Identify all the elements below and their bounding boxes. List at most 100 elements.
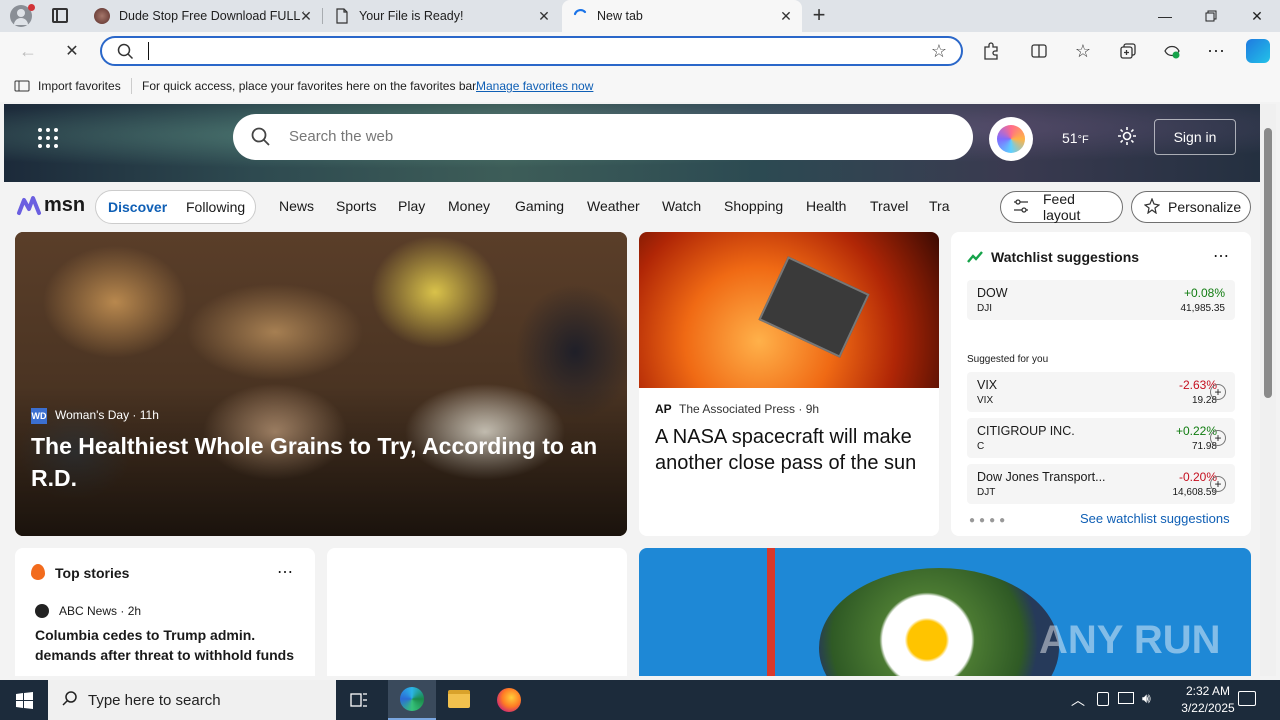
see-watchlist-link[interactable]: See watchlist suggestions bbox=[1080, 511, 1230, 526]
tab-discover[interactable]: Discover bbox=[108, 199, 167, 215]
add-stock-icon[interactable]: + bbox=[1210, 476, 1226, 492]
nav-health[interactable]: Health bbox=[806, 198, 846, 214]
nasa-story-card[interactable]: AP The Associated Press · 9h A NASA spac… bbox=[639, 232, 939, 536]
tab-dude-stop[interactable]: Dude Stop Free Download FULL V ✕ bbox=[84, 0, 322, 32]
stock-symbol: DJT bbox=[977, 487, 996, 498]
watchlist-row-vix[interactable]: VIX VIX -2.63% 19.28 bbox=[967, 372, 1235, 412]
apps-grid-icon[interactable] bbox=[38, 128, 58, 148]
ap-logo-icon: AP bbox=[655, 402, 672, 416]
top-stories-card: Top stories ⋯ ABC News · 2h Columbia ced… bbox=[15, 548, 315, 676]
firefox-icon[interactable] bbox=[497, 688, 521, 712]
watchlist-row-dow[interactable]: DOW DJI +0.08% 41,985.35 bbox=[967, 280, 1235, 320]
hero-headline[interactable]: The Healthiest Whole Grains to Try, Acco… bbox=[31, 430, 611, 494]
page-scrollbar[interactable] bbox=[1260, 104, 1276, 676]
msn-nav-row: msn Discover Following News Sports Play … bbox=[4, 182, 1260, 232]
hero-story-card[interactable]: WD Woman's Day · 11h The Healthiest Whol… bbox=[15, 232, 627, 536]
feed-layout-button[interactable]: Feed layout bbox=[1000, 191, 1123, 223]
stock-trend-icon bbox=[967, 250, 983, 268]
new-tab-button[interactable]: + bbox=[808, 4, 830, 26]
watchlist-row-djt[interactable]: Dow Jones Transport... DJT -0.20% 14,608… bbox=[967, 464, 1235, 504]
close-window-button[interactable]: ✕ bbox=[1234, 0, 1280, 32]
tab-new-tab[interactable]: New tab ✕ bbox=[562, 0, 802, 32]
nav-shopping[interactable]: Shopping bbox=[724, 198, 783, 214]
tab-following[interactable]: Following bbox=[186, 199, 245, 215]
tray-device-icon[interactable] bbox=[1097, 692, 1109, 706]
stock-name: Dow Jones Transport... bbox=[977, 470, 1106, 484]
nav-money[interactable]: Money bbox=[448, 198, 490, 214]
watchlist-more-icon[interactable]: ⋯ bbox=[1213, 246, 1229, 266]
task-view-icon[interactable] bbox=[350, 691, 368, 714]
address-input[interactable] bbox=[148, 42, 548, 60]
settings-gear-icon[interactable] bbox=[1116, 125, 1138, 152]
sign-in-button[interactable]: Sign in bbox=[1154, 119, 1236, 155]
import-favorites-button[interactable]: Import favorites bbox=[38, 79, 121, 93]
weather-temp[interactable]: 51°F bbox=[1062, 130, 1089, 146]
tab-actions-icon[interactable] bbox=[52, 8, 68, 23]
copilot-avatar-icon[interactable] bbox=[989, 117, 1033, 161]
stock-price: 41,985.35 bbox=[1180, 303, 1226, 314]
nav-travel[interactable]: Travel bbox=[870, 198, 908, 214]
anyrun-watermark: ANY RUN bbox=[1039, 618, 1221, 662]
stop-loading-icon[interactable]: ✕ bbox=[62, 41, 82, 61]
nav-truncated[interactable]: Tra bbox=[929, 198, 950, 214]
tab-label: Your File is Ready! bbox=[359, 9, 464, 23]
food-story-card[interactable]: ANY RUN bbox=[639, 548, 1251, 676]
loading-card bbox=[327, 548, 627, 676]
abc-news-logo-icon bbox=[35, 604, 49, 618]
copilot-icon[interactable] bbox=[1246, 39, 1270, 63]
source-name: ABC News bbox=[59, 604, 118, 618]
file-explorer-icon[interactable] bbox=[448, 690, 470, 708]
favorite-star-icon[interactable]: ☆ bbox=[931, 41, 947, 62]
address-bar[interactable]: ☆ bbox=[100, 36, 963, 66]
split-screen-icon[interactable] bbox=[1029, 41, 1049, 61]
web-search-input[interactable]: Search the web bbox=[289, 128, 393, 145]
close-tab-icon[interactable]: ✕ bbox=[298, 8, 314, 24]
start-windows-icon[interactable] bbox=[16, 692, 33, 714]
publisher-logo-icon: WD bbox=[31, 408, 47, 424]
minimize-button[interactable]: — bbox=[1142, 0, 1188, 32]
back-arrow-icon[interactable]: ← bbox=[18, 41, 38, 61]
edge-taskbar-icon[interactable] bbox=[388, 680, 436, 720]
notifications-icon[interactable] bbox=[1238, 691, 1256, 706]
nav-weather[interactable]: Weather bbox=[587, 198, 640, 214]
watchlist-row-citigroup[interactable]: CITIGROUP INC. C +0.22% 71.98 bbox=[967, 418, 1235, 458]
volume-icon[interactable]: 🔊︎ bbox=[1142, 690, 1151, 707]
performance-icon[interactable] bbox=[1162, 41, 1182, 61]
tray-chevron-icon[interactable]: ︿ bbox=[1071, 690, 1085, 710]
nav-news[interactable]: News bbox=[279, 198, 314, 214]
more-options-icon[interactable]: ⋯ bbox=[277, 562, 293, 582]
nav-play[interactable]: Play bbox=[398, 198, 425, 214]
extensions-icon[interactable] bbox=[981, 41, 1001, 61]
manage-favorites-link[interactable]: Manage favorites now bbox=[476, 79, 593, 93]
network-icon[interactable] bbox=[1118, 692, 1134, 704]
personalize-button[interactable]: Personalize bbox=[1131, 191, 1251, 223]
clock-date[interactable]: 3/22/2025 bbox=[1168, 701, 1248, 715]
msn-logo-icon[interactable] bbox=[16, 194, 42, 216]
taskbar-search[interactable]: Type here to search bbox=[48, 680, 336, 720]
taskbar-search-placeholder: Type here to search bbox=[88, 691, 221, 709]
watchlist-title: Watchlist suggestions bbox=[991, 249, 1140, 265]
top-story-headline[interactable]: Columbia cedes to Trump admin. demands a… bbox=[35, 625, 303, 665]
tab-your-file[interactable]: Your File is Ready! ✕ bbox=[324, 0, 560, 32]
restore-button[interactable] bbox=[1188, 0, 1234, 32]
site-favicon-icon bbox=[94, 8, 110, 24]
nav-watch[interactable]: Watch bbox=[662, 198, 701, 214]
close-tab-icon[interactable]: ✕ bbox=[778, 8, 794, 24]
personalize-label: Personalize bbox=[1168, 199, 1242, 215]
add-stock-icon[interactable]: + bbox=[1210, 384, 1226, 400]
nav-sports[interactable]: Sports bbox=[336, 198, 376, 214]
more-options-icon[interactable]: ⋯ bbox=[1206, 41, 1226, 61]
nav-gaming[interactable]: Gaming bbox=[515, 198, 564, 214]
browser-toolbar: ← ✕ ☆ ☆ ⋯ bbox=[0, 32, 1280, 70]
profile-icon[interactable] bbox=[10, 4, 35, 27]
clock-time[interactable]: 2:32 AM bbox=[1172, 684, 1244, 698]
add-stock-icon[interactable]: + bbox=[1210, 430, 1226, 446]
top-story-source: ABC News · 2h bbox=[59, 604, 142, 618]
web-search-box[interactable]: Search the web bbox=[233, 114, 973, 160]
collections-icon[interactable] bbox=[1118, 41, 1138, 61]
carousel-dots[interactable]: ●●●● bbox=[969, 515, 1009, 526]
close-tab-icon[interactable]: ✕ bbox=[536, 8, 552, 24]
favorites-icon[interactable]: ☆ bbox=[1073, 41, 1093, 61]
nasa-headline[interactable]: A NASA spacecraft will make another clos… bbox=[655, 424, 925, 476]
page-icon bbox=[334, 8, 350, 24]
